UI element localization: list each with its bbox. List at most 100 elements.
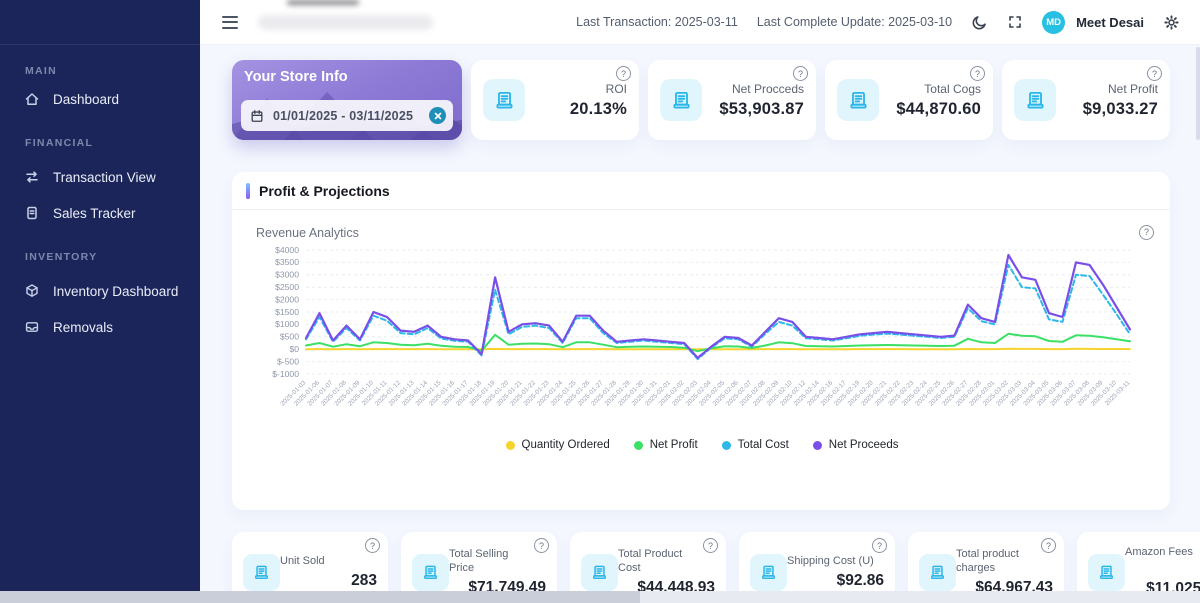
receipt-icon: [412, 553, 449, 591]
sidebar-item-removals[interactable]: Removals: [0, 309, 200, 345]
stat-value: 283: [351, 571, 377, 589]
receipt-icon: [750, 553, 787, 591]
help-icon[interactable]: ?: [1041, 538, 1056, 553]
sidebar-item-label: Sales Tracker: [53, 205, 136, 221]
stat-label: Total Selling Price: [449, 548, 509, 574]
svg-text:$2500: $2500: [275, 282, 299, 292]
legend-dot: [721, 440, 731, 450]
user-avatar[interactable]: MD: [1042, 10, 1066, 34]
tray-icon: [24, 319, 40, 335]
svg-text:$0: $0: [289, 344, 299, 354]
receipt-icon: [660, 79, 702, 121]
receipt-icon: [1014, 79, 1056, 121]
sidebar-item-label: Dashboard: [53, 91, 120, 107]
user-name: Meet Desai: [1076, 14, 1144, 30]
chart-legend: Quantity Ordered Net Profit Total Cost Net …: [250, 439, 1154, 451]
stat-card-total-product-cost: ? Total Product Cost $44,448.93: [570, 532, 726, 591]
stat-value: $44,870.60: [896, 100, 981, 119]
stat-label: ROI: [605, 81, 627, 96]
stat-label: Total product charges: [956, 548, 1019, 574]
stat-label: Net Profit: [1107, 81, 1158, 96]
fullscreen-button[interactable]: [1007, 14, 1023, 30]
sidebar-item-inventory-dashboard[interactable]: Inventory Dashboard: [0, 273, 200, 309]
settings-button[interactable]: [1163, 14, 1180, 31]
help-icon[interactable]: ?: [616, 66, 631, 81]
menu-toggle-button[interactable]: [222, 15, 238, 29]
section-title: Profit & Projections: [259, 183, 390, 199]
transfer-arrows-icon: [24, 169, 40, 185]
vertical-scrollbar-thumb[interactable]: [1196, 47, 1200, 140]
stat-label: Unit Sold: [280, 554, 325, 567]
legend-item: Net Proceeds: [812, 439, 898, 451]
store-info-title: Your Store Info: [244, 69, 348, 85]
sidebar-item-label: Transaction View: [53, 169, 156, 185]
calendar-icon: [250, 109, 264, 123]
gear-icon: [1163, 14, 1180, 31]
cube-icon: [24, 283, 40, 299]
redacted-smudge: [287, 0, 359, 5]
stat-value: - $11,025.11: [1146, 580, 1200, 591]
stat-card-net-proceeds: ? Net Procceds $53,903.87: [648, 60, 816, 140]
help-icon[interactable]: ?: [703, 538, 718, 553]
help-icon[interactable]: ?: [365, 538, 380, 553]
stat-card-total-cogs: ? Total Cogs $44,870.60: [825, 60, 993, 140]
help-icon[interactable]: ?: [872, 538, 887, 553]
dark-mode-toggle[interactable]: [971, 14, 988, 31]
stat-card-net-profit: ? Net Profit $9,033.27: [1002, 60, 1170, 140]
stat-label: Total Cogs: [924, 81, 981, 96]
sidebar-item-label: Removals: [53, 319, 114, 335]
clear-date-button[interactable]: [429, 107, 446, 124]
receipt-icon: [243, 553, 280, 591]
help-icon[interactable]: ?: [1139, 224, 1154, 240]
svg-text:$2000: $2000: [275, 294, 299, 304]
svg-text:$-500: $-500: [277, 356, 299, 366]
date-range-picker[interactable]: 01/01/2025 - 03/11/2025: [241, 100, 453, 131]
stat-value: $53,903.87: [719, 100, 804, 119]
last-update-text: Last Complete Update: 2025-03-10: [756, 15, 953, 29]
stat-card-shipping-cost: ? Shipping Cost (U) $92.86: [739, 532, 895, 591]
home-icon: [24, 91, 40, 107]
last-transaction-text: Last Transaction: 2025-03-11: [576, 15, 738, 29]
legend-dot: [812, 440, 822, 450]
svg-text:$1500: $1500: [275, 307, 299, 317]
receipt-icon: [837, 79, 879, 121]
svg-text:$-1000: $-1000: [272, 369, 299, 379]
help-icon[interactable]: ?: [1147, 66, 1162, 81]
receipt-icon: [483, 79, 525, 121]
stat-label: Amazon Fees: [1125, 546, 1193, 559]
stat-card-total-product-charges: ? Total product charges $64,967.43: [908, 532, 1064, 591]
horizontal-scrollbar-thumb[interactable]: [0, 591, 640, 603]
stat-value: 20.13%: [569, 100, 627, 119]
help-icon[interactable]: ?: [970, 66, 985, 81]
horizontal-scrollbar[interactable]: [0, 591, 1200, 603]
main-content: Your Store Info 01/01/2025 - 03/11/2025 …: [200, 45, 1200, 591]
moon-icon: [971, 14, 988, 31]
sidebar: MAIN Dashboard FINANCIAL Transaction Vie…: [0, 0, 200, 591]
help-icon[interactable]: ?: [793, 66, 808, 81]
stat-card-total-selling-price: ? Total Selling Price $71,749.49: [401, 532, 557, 591]
receipt-icon: [919, 553, 956, 591]
sidebar-item-dashboard[interactable]: Dashboard: [0, 81, 200, 117]
store-name-redacted: [258, 14, 433, 30]
stat-card-amazon-fees: ? Amazon Fees - $11,025.11: [1077, 532, 1200, 591]
sidebar-item-transaction-view[interactable]: Transaction View: [0, 159, 200, 195]
sidebar-item-sales-tracker[interactable]: Sales Tracker: [0, 195, 200, 231]
receipt-icon: [581, 553, 618, 591]
help-icon[interactable]: ?: [534, 538, 549, 553]
stat-label: Shipping Cost (U): [787, 554, 874, 567]
stat-label: Net Procceds: [731, 81, 804, 96]
topbar: Last Transaction: 2025-03-11 Last Comple…: [200, 0, 1200, 45]
svg-text:$500: $500: [280, 332, 299, 342]
svg-text:$4000: $4000: [275, 245, 299, 255]
stat-card-roi: ? ROI 20.13%: [471, 60, 639, 140]
dashboard-page: MAIN Dashboard FINANCIAL Transaction Vie…: [0, 0, 1200, 603]
stat-value: $92.86: [836, 571, 884, 589]
stat-value: $9,033.27: [1082, 100, 1158, 119]
store-info-card: Your Store Info 01/01/2025 - 03/11/2025: [232, 60, 462, 140]
svg-text:$3500: $3500: [275, 257, 299, 267]
legend-item: Quantity Ordered: [505, 439, 610, 451]
legend-dot: [505, 440, 515, 450]
receipt-icon: [1088, 553, 1125, 591]
stat-value: $44,448.93: [637, 578, 715, 591]
profit-projections-card: Profit & Projections Revenue Analytics ?…: [232, 172, 1170, 510]
